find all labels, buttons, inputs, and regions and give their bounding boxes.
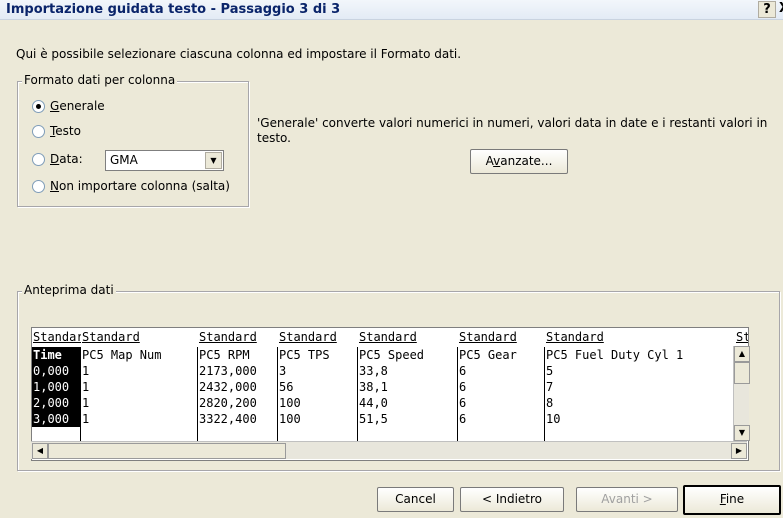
radio-skip-column-indicator[interactable] — [32, 179, 45, 193]
preview-cell[interactable]: 100 — [278, 411, 358, 427]
preview-cell[interactable]: 1 — [81, 379, 198, 395]
preview-cell[interactable]: 7 — [545, 379, 735, 395]
preview-cell[interactable]: 44,0 — [358, 395, 458, 411]
scroll-left-icon[interactable]: ◀ — [32, 443, 48, 459]
column-header[interactable]: Standard — [32, 329, 81, 345]
preview-cell[interactable]: 8 — [545, 395, 735, 411]
preview-cell[interactable]: 3,000 — [32, 411, 81, 427]
preview-cell[interactable]: 3322,400 — [198, 411, 278, 427]
preview-cell[interactable]: 6 — [458, 411, 545, 427]
preview-cell[interactable]: 10 — [545, 411, 735, 427]
column-header[interactable]: Standard — [358, 329, 458, 345]
horizontal-scrollbar[interactable]: ◀ ▶ — [31, 441, 747, 459]
preview-cell[interactable]: 33,8 — [358, 363, 458, 379]
radio-skip-column-label: Non importare colonna (salta) — [50, 179, 230, 193]
title-bar: Importazione guidata testo - Passaggio 3… — [0, 0, 783, 20]
preview-cell[interactable]: 100 — [278, 395, 358, 411]
preview-group-legend: Anteprima dati — [22, 283, 116, 297]
radio-testo[interactable]: Testo — [32, 122, 81, 140]
preview-cell[interactable]: PC5 TPS — [278, 347, 358, 363]
radio-data[interactable]: Data: — [32, 150, 83, 168]
radio-skip-column[interactable]: Non importare colonna (salta) — [32, 177, 230, 195]
column-header[interactable]: St — [735, 329, 748, 345]
radio-generale-indicator[interactable] — [32, 99, 45, 113]
column-header[interactable]: Standard — [458, 329, 545, 345]
column-header[interactable]: Standard — [81, 329, 198, 345]
radio-testo-label: Testo — [50, 124, 81, 138]
preview-cell[interactable]: 2,000 — [32, 395, 81, 411]
preview-cell[interactable]: 1 — [81, 411, 198, 427]
format-group-legend: Formato dati per colonna — [22, 73, 178, 87]
preview-cell[interactable]: PC5 Gear — [458, 347, 545, 363]
scroll-right-icon[interactable]: ▶ — [731, 443, 747, 459]
next-button[interactable]: Avanti > — [576, 487, 678, 512]
preview-cell[interactable]: 1,000 — [32, 379, 81, 395]
intro-text: Qui è possibile selezionare ciascuna col… — [16, 47, 462, 61]
date-format-value: GMA — [110, 153, 138, 167]
preview-cell[interactable]: 51,5 — [358, 411, 458, 427]
date-format-select[interactable]: GMA ▼ — [105, 150, 224, 171]
format-description: 'Generale' converte valori numerici in n… — [257, 116, 768, 145]
column-header[interactable]: Standard — [198, 329, 278, 345]
preview-cell[interactable]: 56 — [278, 379, 358, 395]
radio-generale[interactable]: Generale — [32, 97, 105, 115]
finish-button[interactable]: Fine — [683, 485, 781, 515]
cancel-button[interactable]: Cancel — [377, 487, 454, 512]
preview-cell[interactable]: 1 — [81, 395, 198, 411]
radio-data-label: Data: — [50, 152, 83, 166]
back-button[interactable]: < Indietro — [460, 487, 564, 512]
preview-cell[interactable]: 5 — [545, 363, 735, 379]
preview-cell[interactable]: 2820,200 — [198, 395, 278, 411]
radio-generale-label: Generale — [50, 99, 105, 113]
preview-cell[interactable]: PC5 Speed — [358, 347, 458, 363]
preview-cell[interactable]: 0,000 — [32, 363, 81, 379]
format-group: Formato dati per colonna Generale Testo … — [17, 73, 249, 207]
help-button[interactable]: ? — [758, 1, 776, 18]
horizontal-scroll-thumb[interactable] — [48, 443, 286, 459]
scroll-down-icon[interactable]: ▼ — [734, 425, 750, 441]
advanced-button[interactable]: Avanzate... — [470, 149, 568, 174]
preview-cell[interactable]: 1 — [81, 363, 198, 379]
column-header[interactable]: Standard — [545, 329, 735, 345]
preview-cell[interactable]: 3 — [278, 363, 358, 379]
chevron-down-icon[interactable]: ▼ — [205, 152, 222, 169]
preview-cell[interactable]: PC5 Fuel Duty Cyl 1 — [545, 347, 735, 363]
radio-testo-indicator[interactable] — [32, 124, 45, 138]
preview-cell[interactable]: 6 — [458, 363, 545, 379]
window-title: Importazione guidata testo - Passaggio 3… — [6, 2, 341, 17]
scroll-up-icon[interactable]: ▲ — [734, 346, 750, 362]
preview-cell[interactable]: Time — [32, 347, 81, 363]
radio-data-indicator[interactable] — [32, 152, 45, 166]
close-button[interactable]: X — [776, 1, 783, 16]
preview-cell[interactable]: 2432,000 — [198, 379, 278, 395]
column-header[interactable]: Standard — [278, 329, 358, 345]
preview-cell[interactable]: 6 — [458, 379, 545, 395]
preview-cell[interactable]: PC5 Map Num — [81, 347, 198, 363]
vertical-scroll-thumb[interactable] — [734, 362, 750, 384]
preview-cell[interactable]: 38,1 — [358, 379, 458, 395]
preview-cell[interactable]: 2173,000 — [198, 363, 278, 379]
vertical-scrollbar[interactable]: ▲ ▼ — [733, 346, 750, 441]
preview-cell[interactable]: 6 — [458, 395, 545, 411]
preview-cell[interactable]: PC5 RPM — [198, 347, 278, 363]
